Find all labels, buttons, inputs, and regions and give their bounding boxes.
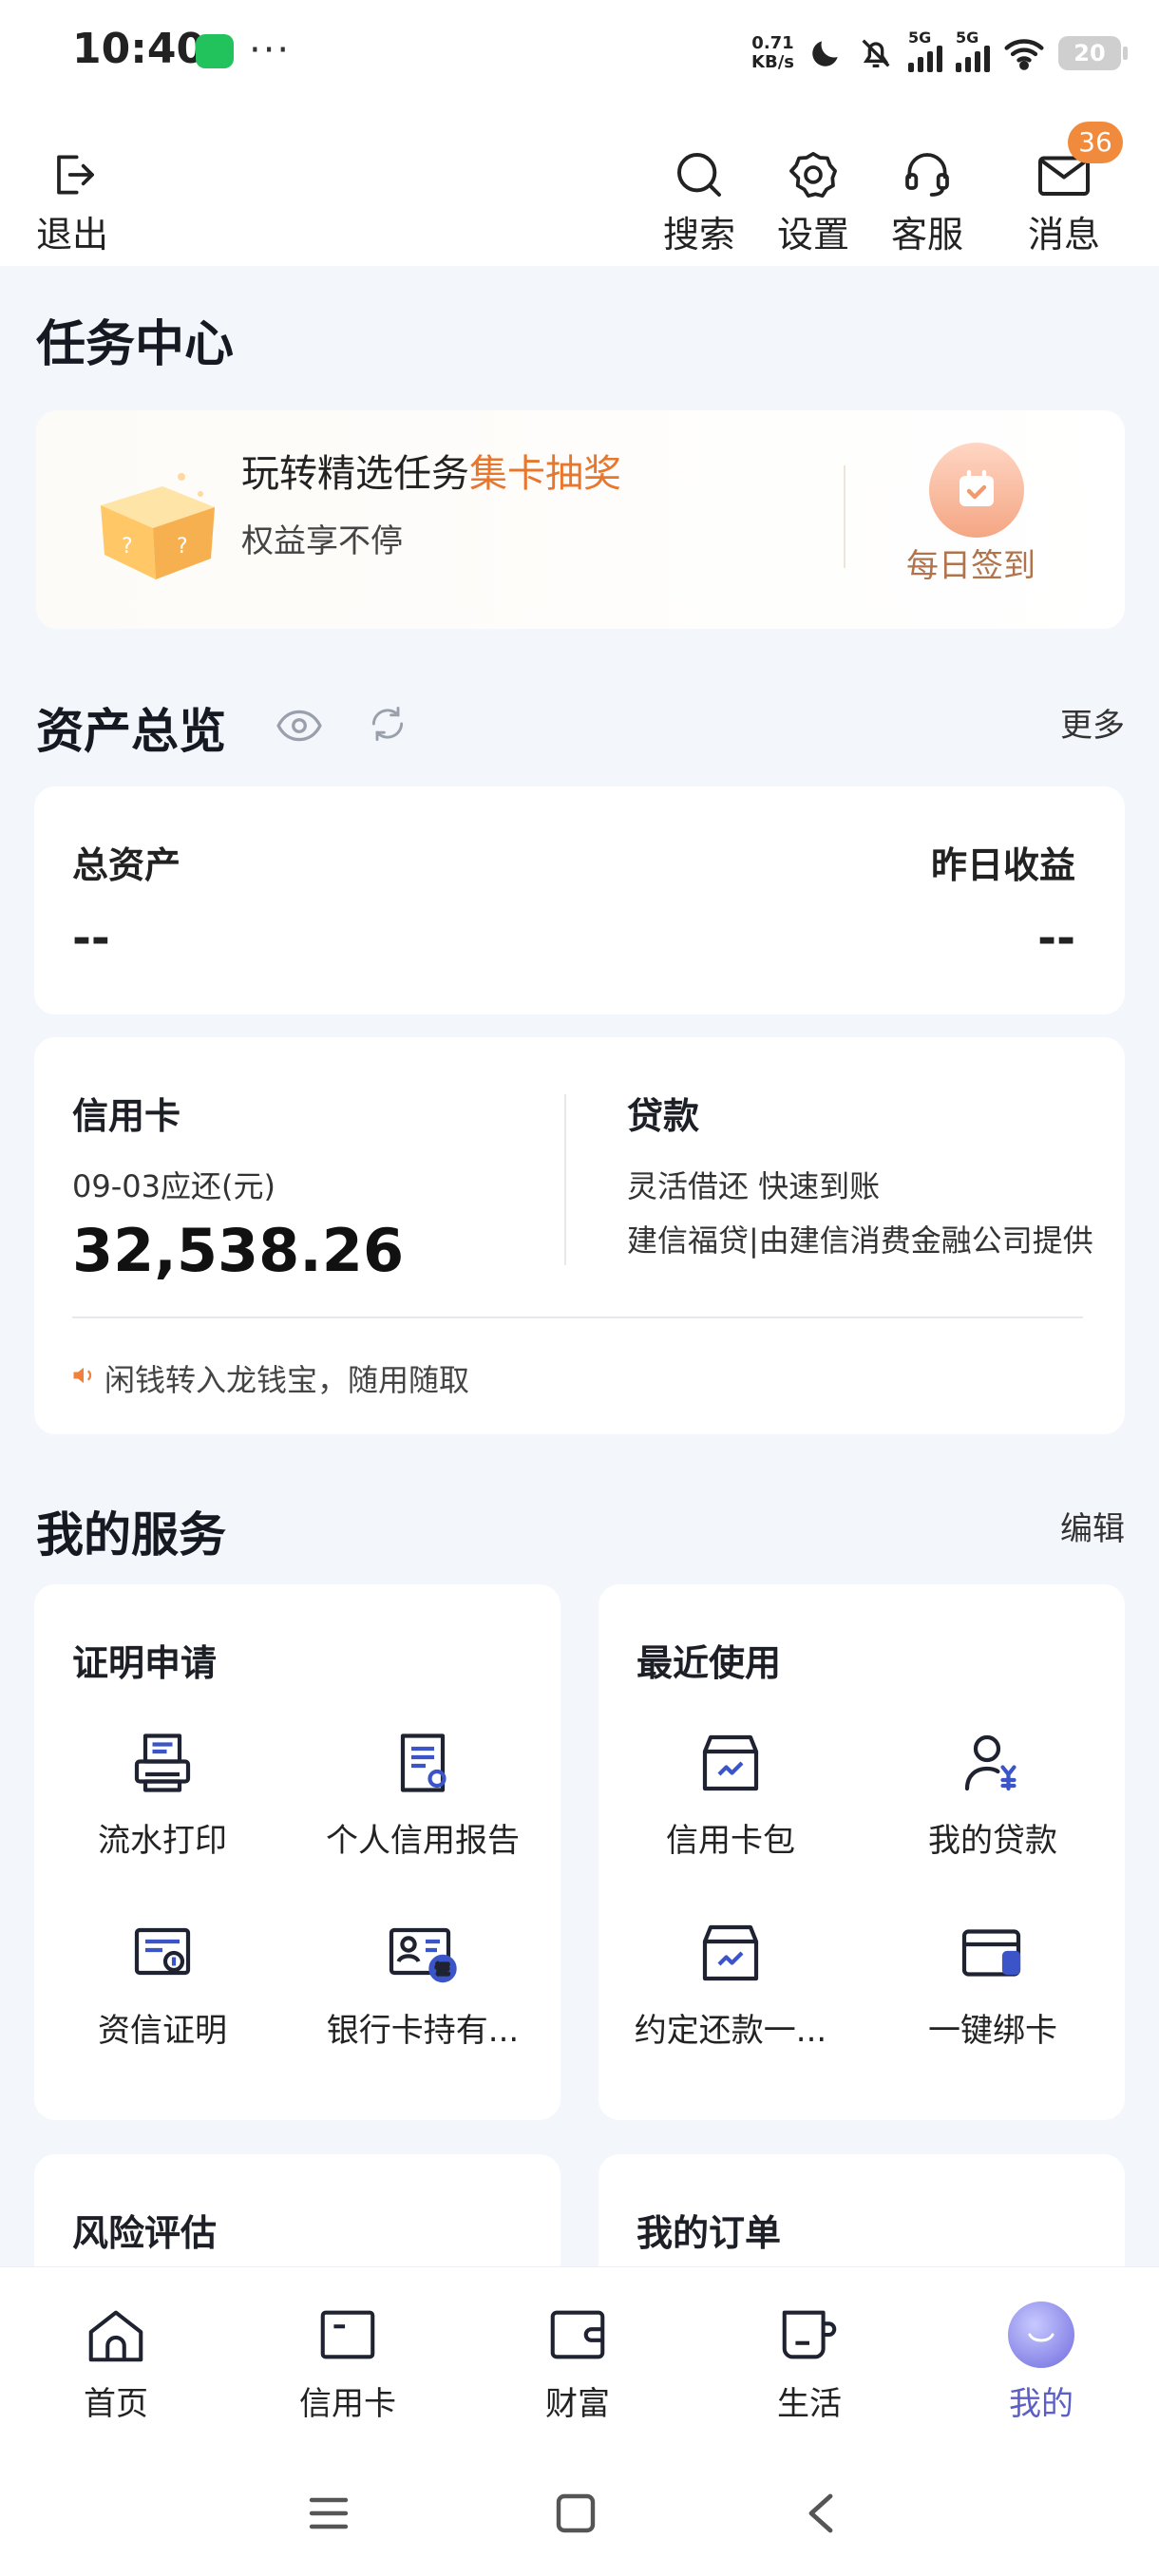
tab-credit-card[interactable]: 信用卡 [272, 2301, 424, 2424]
task-subline: 权益享不停 [241, 522, 403, 560]
settings-button[interactable]: 设置 [766, 148, 861, 257]
risk-card-title: 风险评估 [72, 2212, 218, 2254]
checkin-label: 每日签到 [906, 547, 1036, 585]
smile-avatar-icon [1008, 2301, 1074, 2368]
loan-description: 建信福贷|由建信消费金融公司提供 [627, 1222, 1093, 1259]
printer-icon [134, 1733, 191, 1792]
card-icon [320, 2310, 375, 2359]
credit-certificate-item[interactable]: 资信证明 [34, 1919, 291, 2051]
my-loans-item[interactable]: 我的贷款 [864, 1729, 1121, 1861]
wifi-icon [1004, 39, 1044, 70]
bind-card-item[interactable]: 一键绑卡 [864, 1919, 1121, 2051]
gift-box-icon: ? ? [101, 473, 215, 579]
scheduled-repayment-item[interactable]: 约定还款一... [602, 1919, 859, 2051]
services-edit-link[interactable]: 编辑 [1060, 1503, 1125, 1549]
gear-icon [789, 151, 837, 199]
credit-card-title[interactable]: 信用卡 [72, 1087, 180, 1139]
eye-icon[interactable] [276, 707, 323, 745]
report-document-icon [400, 1733, 446, 1792]
signal-icon-1: 5G [908, 28, 942, 72]
divider [72, 1316, 1083, 1318]
logout-button[interactable]: 退出 [25, 148, 120, 257]
menu-icon[interactable] [306, 2492, 352, 2534]
svg-text:?: ? [122, 535, 133, 559]
wallet-icon [550, 2310, 605, 2359]
yesterday-earnings-value: -- [1037, 912, 1075, 965]
signal-icon-2: 5G [956, 28, 990, 72]
credit-card-wallet-item[interactable]: 信用卡包 [602, 1729, 859, 1861]
services-title: 我的服务 [36, 1507, 226, 1563]
status-bar: 10:40 ··· 0.71 KB/s 5G 5G 20 [0, 0, 1159, 104]
total-assets-value: -- [72, 912, 110, 965]
more-notifications-icon: ··· [249, 28, 292, 72]
certificate-icon [134, 1927, 191, 1976]
divider [564, 1094, 566, 1265]
checkin-button[interactable] [929, 443, 1024, 538]
loan-tagline: 灵活借还 快速到账 [627, 1168, 881, 1204]
home-square-icon[interactable] [553, 2491, 598, 2536]
total-assets-label: 总资产 [72, 844, 181, 886]
task-headline-highlight: 集卡抽奖 [469, 452, 621, 496]
yesterday-earnings-label: 昨日收益 [930, 844, 1075, 886]
tab-me[interactable]: 我的 [965, 2301, 1117, 2424]
search-button[interactable]: 搜索 [652, 148, 747, 257]
top-header: 退出 搜索 设置 客服 消息 36 [0, 104, 1159, 266]
assets-more-link[interactable]: 更多 [1060, 699, 1125, 746]
cup-icon [782, 2310, 837, 2359]
assets-title: 资产总览 [36, 704, 226, 759]
statement-print-item[interactable]: 流水打印 [34, 1729, 291, 1861]
recent-services-card: 最近使用 信用卡包 我的贷款 约定还款一... 一键绑卡 [598, 1584, 1125, 2120]
status-icons: 0.71 KB/s 5G 5G 20 [751, 27, 1128, 80]
card-link-icon [961, 1929, 1021, 1977]
headset-icon [905, 153, 949, 197]
divider [844, 465, 846, 568]
battery-icon: 20 [1058, 36, 1128, 70]
card-wallet-icon [702, 1734, 759, 1791]
messages-badge: 36 [1068, 122, 1123, 163]
credit-card-due-label: 09-03应还(元) [72, 1168, 276, 1204]
task-center-title: 任务中心 [36, 316, 235, 373]
home-icon [88, 2310, 143, 2362]
svg-text:证: 证 [436, 1962, 449, 1978]
tab-life[interactable]: 生活 [733, 2301, 885, 2424]
loan-title[interactable]: 贷款 [627, 1087, 699, 1139]
status-time: 10:40 [72, 25, 206, 73]
bottom-tab-bar: 首页 信用卡 财富 生活 我的 [0, 2266, 1159, 2439]
card-wallet-icon [702, 1924, 759, 1981]
back-icon[interactable] [802, 2491, 840, 2536]
orders-card-title: 我的订单 [636, 2212, 782, 2254]
card-holder-certificate-item[interactable]: 证 银行卡持有... [294, 1919, 551, 2051]
task-card[interactable]: ? ? 玩转精选任务集卡抽奖 权益享不停 每日签到 [36, 410, 1125, 629]
refresh-icon[interactable] [367, 703, 408, 745]
tab-home[interactable]: 首页 [40, 2301, 192, 2424]
total-assets-card[interactable]: 总资产 -- 昨日收益 -- [34, 786, 1125, 1014]
logout-icon [57, 155, 94, 195]
id-card-certificate-icon: 证 [389, 1927, 457, 1983]
proof-card-title: 证明申请 [72, 1642, 218, 1684]
credit-report-item[interactable]: 个人信用报告 [294, 1729, 551, 1861]
task-headline: 玩转精选任务集卡抽奖 [241, 452, 621, 496]
customer-service-button[interactable]: 客服 [880, 148, 975, 257]
system-nav-bar [0, 2439, 1159, 2576]
notice-text[interactable]: 闲钱转入龙钱宝，随用随取 [104, 1356, 469, 1400]
credit-loan-card: 信用卡 09-03应还(元) 32,538.26 贷款 灵活借还 快速到账 建信… [34, 1037, 1125, 1434]
moon-icon [812, 41, 838, 66]
mute-bell-icon [862, 39, 890, 67]
svg-text:?: ? [177, 535, 188, 559]
wechat-icon [196, 34, 234, 68]
network-speed: 0.71 KB/s [751, 33, 794, 72]
tab-wealth[interactable]: 财富 [502, 2301, 654, 2424]
proof-services-card: 证明申请 流水打印 个人信用报告 资信证明 证 银行卡持有... [34, 1584, 560, 2120]
recent-card-title: 最近使用 [636, 1642, 782, 1684]
speaker-icon [73, 1367, 92, 1384]
user-yuan-icon [964, 1734, 1016, 1791]
calendar-check-icon [960, 469, 994, 506]
messages-button[interactable]: 消息 [1016, 148, 1112, 257]
credit-card-amount[interactable]: 32,538.26 [72, 1216, 404, 1285]
search-icon [677, 153, 721, 197]
